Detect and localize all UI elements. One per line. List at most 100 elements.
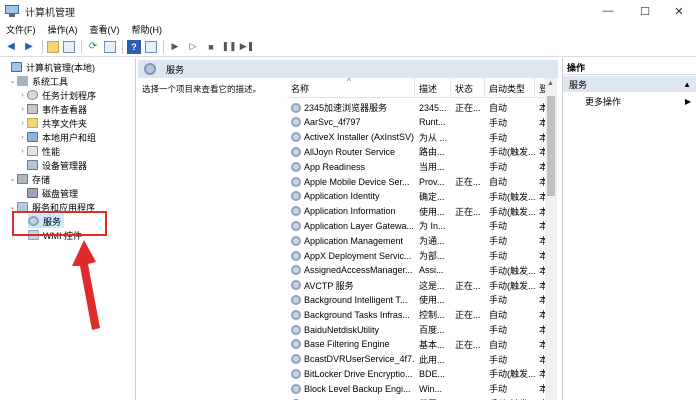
collapse-arrow-icon[interactable]: ▲	[683, 80, 691, 89]
tree-item-local-users[interactable]: › 本地用户和组	[18, 130, 96, 144]
table-row[interactable]: BitLocker Drive Encryptio... BDE... 手动(触发.…	[287, 366, 545, 381]
scroll-up-icon[interactable]: ▲	[547, 80, 554, 87]
menu-view[interactable]: 查看(V)	[90, 23, 120, 36]
table-row[interactable]: App Readiness 当用... 手动本	[287, 159, 545, 174]
close-button[interactable]: ✕	[662, 0, 696, 22]
cell-state	[455, 322, 485, 337]
tree-item-shared-folders[interactable]: › 共享文件夹	[18, 116, 87, 130]
table-row[interactable]: Apple Mobile Device Ser... Prov... 正在... 自动…	[287, 174, 545, 189]
table-row[interactable]: Background Tasks Infras... 控制... 正在... 自动本	[287, 307, 545, 322]
table-row[interactable]: BaiduNetdiskUtility 百度... 手动本	[287, 322, 545, 337]
table-row[interactable]: AllJoyn Router Service 路由... 手动(触发... 本	[287, 144, 545, 159]
collapse-icon[interactable]: ⌄	[8, 77, 17, 85]
table-row[interactable]: Block Level Backup Engi... Win... 手动本	[287, 381, 545, 396]
cell-state	[455, 115, 485, 130]
tree-item-disk-management[interactable]: 磁盘管理	[18, 186, 78, 200]
play-alt-icon[interactable]: ▷	[186, 40, 200, 54]
scroll-thumb[interactable]	[547, 96, 555, 196]
gear-icon	[291, 235, 301, 246]
performance-icon	[27, 146, 38, 156]
expand-icon[interactable]: ›	[18, 92, 27, 99]
table-row[interactable]: Application Identity 确定... 手动(触发... 本	[287, 189, 545, 204]
gear-icon	[291, 176, 301, 187]
back-arrow-icon[interactable]: ◀	[4, 40, 18, 54]
refresh-icon[interactable]: ⟳	[86, 40, 100, 54]
cell-desc: 路由...	[419, 147, 445, 158]
cell-desc: 2345...	[419, 102, 447, 113]
expand-icon[interactable]: ›	[18, 148, 27, 155]
expand-icon[interactable]: ›	[18, 106, 27, 113]
table-row[interactable]: AssignedAccessManager... Assi... 手动(触发... 本	[287, 263, 545, 278]
cell-desc: 百度...	[419, 325, 445, 335]
collapse-icon[interactable]: ⌄	[8, 203, 17, 211]
toolbar-separator	[42, 39, 43, 54]
maximize-button[interactable]: ☐	[628, 0, 662, 22]
cell-state	[455, 396, 485, 400]
console-icon[interactable]	[63, 40, 75, 53]
gear-icon	[144, 63, 156, 75]
tree-item-task-scheduler[interactable]: › 任务计划程序	[18, 88, 96, 102]
table-row[interactable]: BcastDVRUserService_4f7... 此用... 手动本	[287, 352, 545, 367]
column-logon[interactable]: 登	[535, 78, 545, 98]
table-row[interactable]: 2345加速浏览器服务 2345... 正在... 自动本	[287, 100, 545, 115]
service-name: BaiduNetdiskUtility	[304, 324, 380, 335]
table-row[interactable]: AarSvc_4f797 Runt... 手动本	[287, 115, 545, 130]
tree-item-event-viewer[interactable]: › 事件查看器	[18, 102, 87, 116]
folder-icon[interactable]	[47, 40, 59, 53]
more-actions-item[interactable]: 更多操作 ▶	[563, 94, 696, 109]
cell-start-type: 手动(触发...	[489, 396, 535, 400]
table-row[interactable]: Background Intelligent T... 使用... 手动本	[287, 292, 545, 307]
help-icon[interactable]: ?	[127, 39, 141, 54]
column-start-type[interactable]: 启动类型	[485, 78, 535, 98]
tree-item-device-manager[interactable]: 设备管理器	[18, 158, 87, 172]
cell-start-type: 手动	[489, 384, 508, 395]
expand-icon[interactable]: ›	[18, 120, 27, 127]
restart-icon[interactable]: ▶❚	[240, 40, 254, 54]
cell-name: Block Level Backup Engi...	[291, 381, 415, 396]
cell-state: 正在...	[455, 310, 481, 321]
cell-desc: 为部...	[419, 251, 445, 261]
table-row[interactable]: AppX Deployment Servic... 为部... 手动本	[287, 248, 545, 263]
table-row[interactable]: BluetoothUserService_4f...蓝牙...手动(触发...本	[287, 396, 545, 400]
service-name: AppX Deployment Servic...	[304, 250, 412, 261]
table-row[interactable]: AVCTP 服务 这是... 正在... 手动(触发... 本	[287, 278, 545, 293]
minimize-button[interactable]: —	[591, 0, 625, 22]
cell-start-type: 手动	[489, 221, 508, 232]
table-row[interactable]: ActiveX Installer (AxInstSV) 为从 ... 手动本	[287, 130, 545, 145]
export-icon[interactable]	[104, 40, 116, 53]
menu-help[interactable]: 帮助(H)	[132, 23, 163, 36]
table-row[interactable]: Base Filtering Engine 基本... 正在... 自动本	[287, 337, 545, 352]
tree-item-storage[interactable]: ⌄ 存储	[8, 172, 50, 186]
cell-state: 正在...	[455, 206, 481, 217]
column-desc[interactable]: 描述	[415, 78, 451, 98]
tree-item-performance[interactable]: › 性能	[18, 144, 60, 158]
column-state[interactable]: 状态	[451, 78, 485, 98]
storage-icon	[17, 174, 28, 184]
vertical-scrollbar[interactable]: ▲	[545, 78, 557, 400]
stop-icon[interactable]: ■	[204, 40, 218, 54]
cell-name: Apple Mobile Device Ser...	[291, 174, 415, 189]
collapse-icon[interactable]: ⌄	[8, 175, 17, 183]
menu-action[interactable]: 操作(A)	[48, 23, 78, 36]
cell-start-type: 手动(触发...	[489, 191, 535, 202]
cell-state: 正在...	[455, 339, 481, 350]
gear-icon	[291, 250, 301, 261]
cell-desc: 这是...	[419, 280, 445, 291]
service-name: Apple Mobile Device Ser...	[304, 176, 410, 187]
play-icon[interactable]: ▶	[168, 40, 182, 54]
table-row[interactable]: Application Information 使用... 正在... 手动(触发..…	[287, 204, 545, 219]
actions-section-services[interactable]: 服务 ▲	[563, 76, 696, 92]
forward-arrow-icon[interactable]: ▶	[22, 40, 36, 54]
table-row[interactable]: Application Management 为通... 手动本	[287, 233, 545, 248]
menu-file[interactable]: 文件(F)	[6, 23, 36, 36]
tree-item-system-tools[interactable]: ⌄ 系统工具	[8, 74, 68, 88]
pause-icon[interactable]: ❚❚	[221, 40, 236, 54]
properties-icon[interactable]	[145, 40, 157, 53]
expand-icon[interactable]: ›	[18, 134, 27, 141]
cell-start-type: 手动	[489, 251, 508, 261]
cell-start-type: 手动	[489, 325, 508, 335]
tree-item-root[interactable]: 计算机管理(本地)	[2, 60, 95, 74]
column-name[interactable]: 名称 ^	[287, 78, 415, 98]
table-row[interactable]: Application Layer Gatewa... 为 In... 手动本	[287, 218, 545, 233]
gear-icon	[291, 220, 301, 231]
